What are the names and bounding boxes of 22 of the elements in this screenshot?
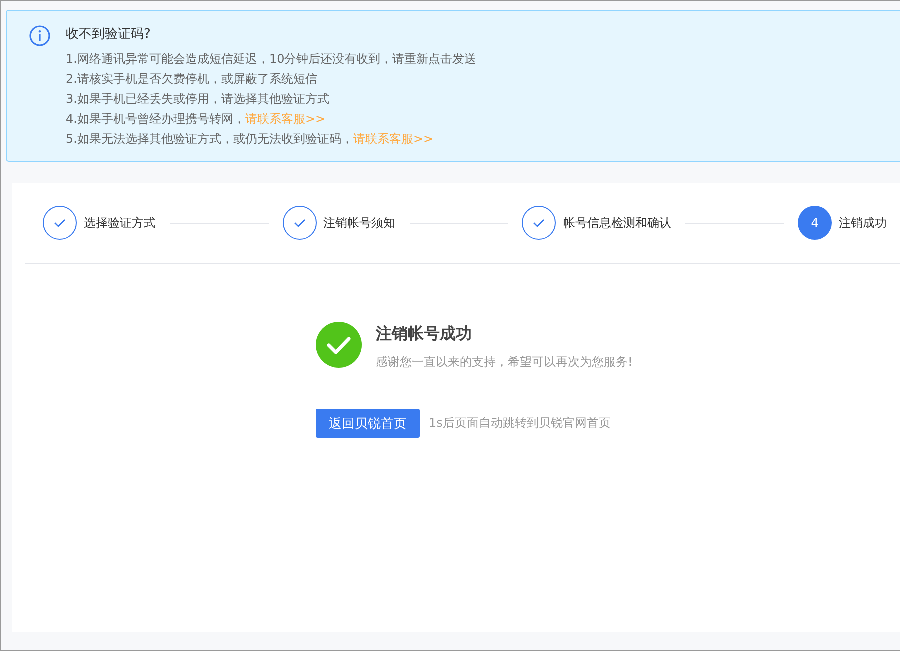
result-message: 感谢您一直以来的支持，希望可以再次为您服务! xyxy=(376,354,633,371)
check-icon xyxy=(282,206,317,240)
notice-item: 5.如果无法选择其他验证方式，或仍无法收到验证码， xyxy=(66,132,354,146)
contact-link[interactable]: 请联系客服>> xyxy=(245,112,326,126)
check-icon xyxy=(43,206,77,240)
notice-item: 2.请核实手机是否欠费停机，或屏蔽了系统短信 xyxy=(66,71,318,88)
notice-item: 1.网络通讯异常可能会造成短信延迟，10分钟后还没有收到，请重新点击发送 xyxy=(66,51,477,68)
result-title: 注销帐号成功 xyxy=(376,324,473,345)
notice-item: 4.如果手机号曾经办理携号转网， xyxy=(66,112,246,126)
notice-item: 3.如果手机已经丢失或停用，请选择其他验证方式 xyxy=(66,91,330,108)
step-label: 注销帐号须知 xyxy=(324,214,396,232)
notice-title: 收不到验证码? xyxy=(66,26,152,44)
redirect-note: 1s后页面自动跳转到贝锐官网首页 xyxy=(429,415,611,432)
step-label: 选择验证方式 xyxy=(84,214,156,232)
check-icon xyxy=(522,206,556,240)
step-number: 4 xyxy=(798,206,832,240)
success-icon xyxy=(316,322,362,368)
info-icon xyxy=(29,25,51,47)
step-label: 帐号信息检测和确认 xyxy=(563,214,672,232)
home-button[interactable]: 返回贝锐首页 xyxy=(316,409,420,438)
contact-link[interactable]: 请联系客服>> xyxy=(353,132,434,146)
step-label: 注销成功 xyxy=(839,214,888,232)
